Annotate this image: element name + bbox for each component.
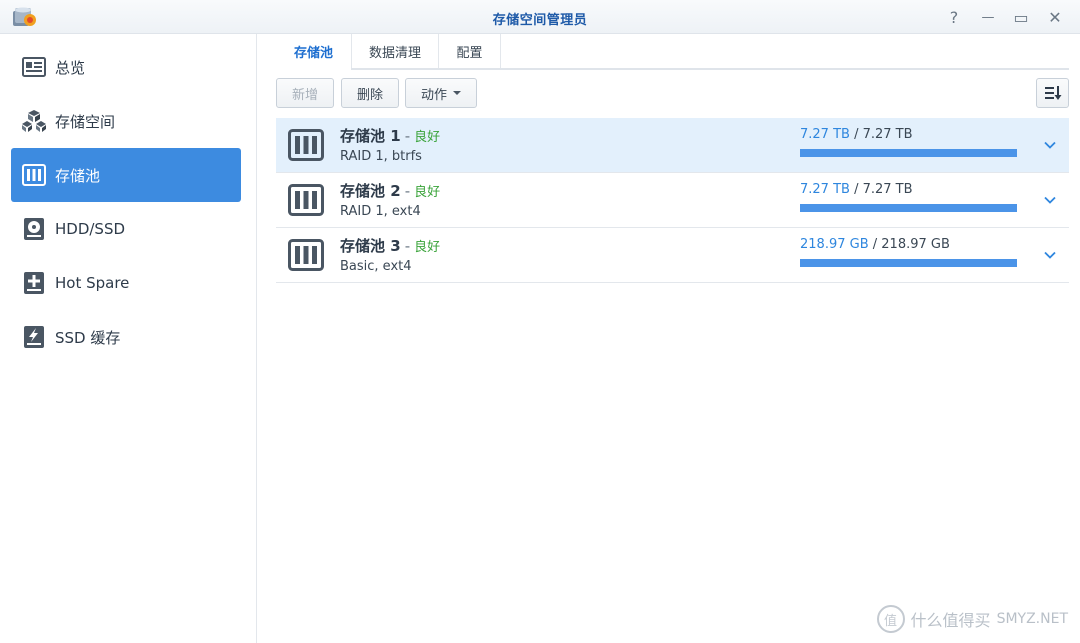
- add-button[interactable]: 新增: [276, 78, 334, 108]
- action-dropdown[interactable]: 动作: [405, 78, 477, 108]
- status-badge: 良好: [414, 240, 441, 255]
- tab-label: 存储池: [293, 45, 333, 61]
- chevron-down-icon[interactable]: [1043, 248, 1057, 262]
- sort-button[interactable]: [1036, 78, 1069, 108]
- storage-manager-window: 存储空间管理员 ? — ▭ ✕ 总览 存储空间 存储池 HDD/SSD Hot …: [0, 0, 1080, 643]
- pool-name: 存储池 3- 良好: [340, 237, 441, 255]
- tab-label: 配置: [456, 45, 483, 61]
- watermark-logo: 值: [876, 605, 905, 633]
- help-icon: ?: [949, 7, 959, 27]
- sidebar-item-ssd-cache[interactable]: SSD 缓存: [11, 310, 241, 364]
- pool-name: 存储池 2- 良好: [340, 182, 441, 200]
- hot-spare-icon: [21, 270, 47, 296]
- ssd-cache-icon: [21, 324, 47, 350]
- action-label: 动作: [420, 87, 447, 103]
- close-icon: ✕: [1048, 7, 1062, 27]
- title-bar[interactable]: 存储空间管理员 ? — ▭ ✕: [0, 0, 1080, 34]
- sidebar: 总览 存储空间 存储池 HDD/SSD Hot Spare SSD 缓存: [0, 34, 257, 643]
- pool-row-3[interactable]: 存储池 3- 良好 Basic, ext4 218.97 GB / 218.97 …: [276, 228, 1069, 283]
- cubes-icon: [21, 108, 47, 134]
- close-button[interactable]: ✕: [1045, 7, 1065, 27]
- chevron-down-icon[interactable]: [1043, 193, 1057, 207]
- capacity-bar: [800, 259, 1017, 267]
- capacity-bar: [800, 149, 1017, 157]
- sidebar-item-label: Hot Spare: [55, 274, 130, 292]
- pool-type: RAID 1, btrfs: [340, 149, 422, 164]
- sidebar-item-overview[interactable]: 总览: [11, 40, 241, 94]
- sidebar-item-label: 存储池: [55, 166, 101, 185]
- watermark: 值 什么值得买 SMYZ.NET: [876, 605, 1068, 633]
- maximize-button[interactable]: ▭: [1011, 7, 1031, 27]
- storage-pool-icon: [288, 184, 324, 216]
- status-badge: 良好: [414, 185, 441, 200]
- sidebar-item-label: 存储空间: [55, 112, 116, 131]
- caret-down-icon: [453, 91, 461, 95]
- storage-pool-icon: [288, 239, 324, 271]
- sidebar-item-storage-pool[interactable]: 存储池: [11, 148, 241, 202]
- sidebar-item-hot-spare[interactable]: Hot Spare: [11, 256, 241, 310]
- pool-type: RAID 1, ext4: [340, 204, 421, 219]
- overview-icon: [21, 54, 47, 80]
- tab-storage-pool[interactable]: 存储池: [276, 34, 352, 70]
- pool-capacity: 7.27 TB / 7.27 TB: [800, 182, 913, 197]
- sidebar-item-label: HDD/SSD: [55, 220, 126, 238]
- pool-capacity: 218.97 GB / 218.97 GB: [800, 237, 950, 252]
- sidebar-item-hdd-ssd[interactable]: HDD/SSD: [11, 202, 241, 256]
- storage-pool-icon: [21, 162, 47, 188]
- pool-name: 存储池 1- 良好: [340, 127, 441, 145]
- minimize-icon: —: [981, 9, 995, 25]
- maximize-icon: ▭: [1013, 7, 1029, 27]
- watermark-site: SMYZ.NET: [996, 611, 1068, 627]
- delete-button[interactable]: 删除: [341, 78, 399, 108]
- pool-row-1[interactable]: 存储池 1- 良好 RAID 1, btrfs 7.27 TB / 7.27 TB: [276, 118, 1069, 173]
- help-button[interactable]: ?: [944, 7, 964, 27]
- status-badge: 良好: [414, 130, 441, 145]
- chevron-down-icon[interactable]: [1043, 138, 1057, 152]
- sidebar-item-label: SSD 缓存: [55, 328, 121, 347]
- pool-capacity: 7.27 TB / 7.27 TB: [800, 127, 913, 142]
- sort-icon: [1044, 86, 1061, 100]
- window-title: 存储空间管理员: [492, 13, 588, 28]
- tab-label: 数据清理: [368, 45, 421, 61]
- sidebar-item-label: 总览: [55, 58, 86, 77]
- tab-bar: 存储池 数据清理 配置: [276, 34, 1069, 70]
- pool-row-2[interactable]: 存储池 2- 良好 RAID 1, ext4 7.27 TB / 7.27 TB: [276, 173, 1069, 228]
- sidebar-item-storage-space[interactable]: 存储空间: [11, 94, 241, 148]
- watermark-text: 什么值得买: [910, 611, 991, 630]
- tab-settings[interactable]: 配置: [439, 34, 501, 68]
- storage-pool-icon: [288, 129, 324, 161]
- tab-data-scrubbing[interactable]: 数据清理: [352, 34, 439, 68]
- minimize-button[interactable]: —: [978, 7, 998, 27]
- pool-type: Basic, ext4: [340, 259, 412, 274]
- disk-icon: [21, 216, 47, 242]
- capacity-bar: [800, 204, 1017, 212]
